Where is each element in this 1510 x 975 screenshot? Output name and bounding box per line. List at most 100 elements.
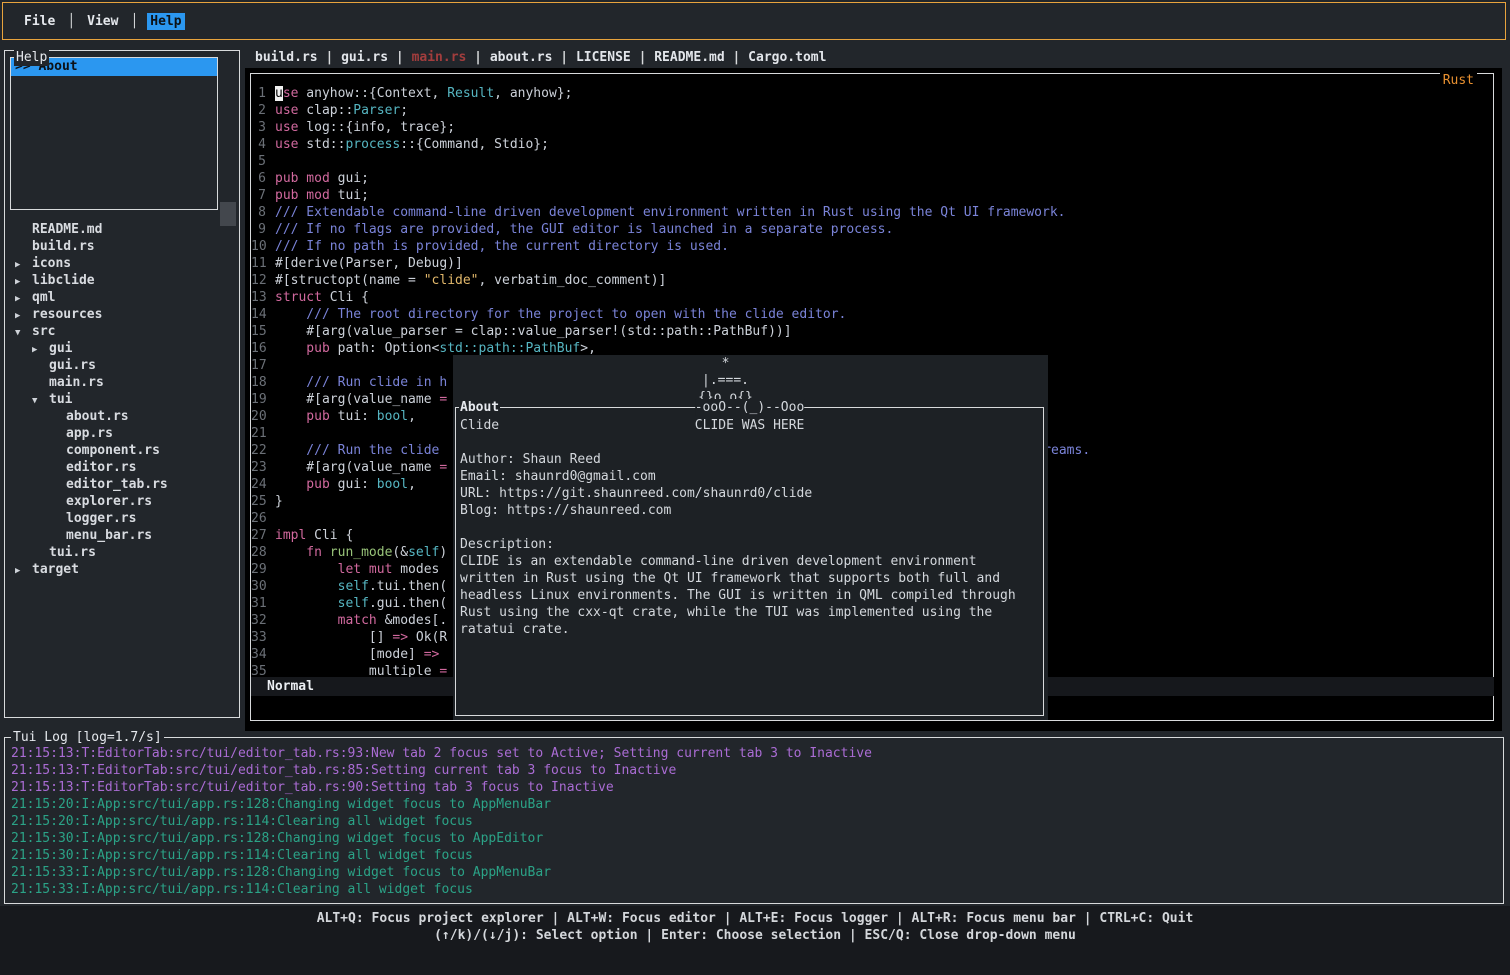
menu-item-view[interactable]: View: [84, 13, 121, 30]
tab-separator: |: [631, 50, 654, 65]
tree-item-tui-rs[interactable]: tui.rs: [5, 544, 239, 561]
chevron-expanded-icon: ▼: [15, 325, 32, 342]
tree-item-label: README.md: [32, 222, 102, 237]
menu-bar: File │ View │ Help: [2, 2, 1506, 40]
about-popup-title: About: [459, 399, 500, 416]
tree-item-label: editor_tab.rs: [66, 477, 168, 492]
tree-item-icons[interactable]: ▶icons: [5, 255, 239, 272]
tree-item-label: about.rs: [66, 409, 129, 424]
line-number: 34: [251, 646, 266, 663]
tab-build-rs[interactable]: build.rs: [255, 50, 318, 65]
tree-item-README-md[interactable]: README.md: [5, 221, 239, 238]
explorer-scrollbar-thumb[interactable]: [220, 202, 236, 226]
tree-item-gui[interactable]: ▶gui: [5, 340, 239, 357]
line-number: 5: [251, 153, 266, 170]
code-line: 2use clap::Parser;: [251, 102, 1090, 119]
log-entry: 21:15:20:I:App:src/tui/app.rs:114:Cleari…: [11, 813, 1503, 830]
tree-item-gui-rs[interactable]: gui.rs: [5, 357, 239, 374]
tab-about-rs[interactable]: about.rs: [490, 50, 553, 65]
tree-item-label: build.rs: [32, 239, 95, 254]
log-entry: 21:15:30:I:App:src/tui/app.rs:114:Cleari…: [11, 847, 1503, 864]
line-number: 25: [251, 493, 266, 510]
tab-separator: |: [318, 50, 341, 65]
log-entry: 21:15:30:I:App:src/tui/app.rs:128:Changi…: [11, 830, 1503, 847]
line-number: 17: [251, 357, 266, 374]
code-line: 14 /// The root directory for the projec…: [251, 306, 1090, 323]
tree-item-component-rs[interactable]: component.rs: [5, 442, 239, 459]
tab-separator: |: [466, 50, 489, 65]
tree-item-label: libclide: [32, 273, 95, 288]
line-number: 13: [251, 289, 266, 306]
line-number: 20: [251, 408, 266, 425]
tree-item-main-rs[interactable]: main.rs: [5, 374, 239, 391]
code-line: 9/// If no flags are provided, the GUI e…: [251, 221, 1090, 238]
shortcut-help-line-2: (↑/k)/(↓/j): Select option | Enter: Choo…: [0, 927, 1510, 944]
tree-item-editor_tab-rs[interactable]: editor_tab.rs: [5, 476, 239, 493]
tab-gui-rs[interactable]: gui.rs: [341, 50, 388, 65]
help-dropdown-title: Help: [14, 49, 49, 66]
line-number: 10: [251, 238, 266, 255]
line-number: 2: [251, 102, 266, 119]
line-number: 22: [251, 442, 266, 459]
line-number: 28: [251, 544, 266, 561]
tree-item-label: logger.rs: [66, 511, 136, 526]
menu-item-file[interactable]: File: [21, 13, 58, 30]
log-entry: 21:15:13:T:EditorTab:src/tui/editor_tab.…: [11, 745, 1503, 762]
tree-item-resources[interactable]: ▶resources: [5, 306, 239, 323]
editor-tab-bar: build.rs | gui.rs | main.rs | about.rs |…: [255, 49, 826, 66]
tree-item-label: gui: [49, 341, 72, 356]
line-number: 26: [251, 510, 266, 527]
tree-item-label: icons: [32, 256, 71, 271]
tree-item-about-rs[interactable]: about.rs: [5, 408, 239, 425]
tab-separator: |: [725, 50, 748, 65]
help-dropdown-menu: Help >> About: [10, 57, 218, 210]
tree-item-app-rs[interactable]: app.rs: [5, 425, 239, 442]
menu-item-help[interactable]: Help: [147, 13, 184, 30]
tab-LICENSE[interactable]: LICENSE: [576, 50, 631, 65]
log-entry: 21:15:20:I:App:src/tui/app.rs:128:Changi…: [11, 796, 1503, 813]
log-entry: 21:15:13:T:EditorTab:src/tui/editor_tab.…: [11, 779, 1503, 796]
code-line: 1use anyhow::{Context, Result, anyhow};: [251, 85, 1090, 102]
tab-separator: |: [388, 50, 411, 65]
code-line: 8/// Extendable command-line driven deve…: [251, 204, 1090, 221]
tree-item-libclide[interactable]: ▶libclide: [5, 272, 239, 289]
line-number: 27: [251, 527, 266, 544]
tree-item-tui[interactable]: ▼tui: [5, 391, 239, 408]
chevron-expanded-icon: ▼: [32, 393, 49, 410]
tree-item-target[interactable]: ▶target: [5, 561, 239, 578]
tree-item-label: editor.rs: [66, 460, 136, 475]
line-number: 29: [251, 561, 266, 578]
menu-separator: │: [130, 13, 138, 30]
line-number: 3: [251, 119, 266, 136]
tui-log-entries: 21:15:13:T:EditorTab:src/tui/editor_tab.…: [5, 738, 1503, 898]
tree-item-label: main.rs: [49, 375, 104, 390]
tree-item-explorer-rs[interactable]: explorer.rs: [5, 493, 239, 510]
tree-item-label: component.rs: [66, 443, 160, 458]
line-number: 15: [251, 323, 266, 340]
tree-item-src[interactable]: ▼src: [5, 323, 239, 340]
log-entry: 21:15:13:T:EditorTab:src/tui/editor_tab.…: [11, 762, 1503, 779]
tab-Cargo-toml[interactable]: Cargo.toml: [748, 50, 826, 65]
tree-item-menu_bar-rs[interactable]: menu_bar.rs: [5, 527, 239, 544]
code-line: 6pub mod gui;: [251, 170, 1090, 187]
menu-separator: │: [67, 13, 75, 30]
tree-item-label: gui.rs: [49, 358, 96, 373]
tab-README-md[interactable]: README.md: [654, 50, 724, 65]
line-number: 11: [251, 255, 266, 272]
code-line: 13struct Cli {: [251, 289, 1090, 306]
tree-item-label: explorer.rs: [66, 494, 152, 509]
line-number: 18: [251, 374, 266, 391]
log-entry: 21:15:33:I:App:src/tui/app.rs:114:Cleari…: [11, 881, 1503, 898]
language-badge: Rust: [1440, 72, 1477, 89]
chevron-collapsed-icon: ▶: [15, 563, 32, 580]
kilroy-ascii-art-arms: -ooO--(_)--Ooo: [695, 399, 805, 416]
line-number: 21: [251, 425, 266, 442]
tree-item-build-rs[interactable]: build.rs: [5, 238, 239, 255]
tree-item-qml[interactable]: ▶qml: [5, 289, 239, 306]
code-line: 4use std::process::{Command, Stdio};: [251, 136, 1090, 153]
tree-item-editor-rs[interactable]: editor.rs: [5, 459, 239, 476]
tree-item-label: tui: [49, 392, 72, 407]
tab-main-rs[interactable]: main.rs: [412, 50, 467, 65]
line-number: 31: [251, 595, 266, 612]
tree-item-logger-rs[interactable]: logger.rs: [5, 510, 239, 527]
